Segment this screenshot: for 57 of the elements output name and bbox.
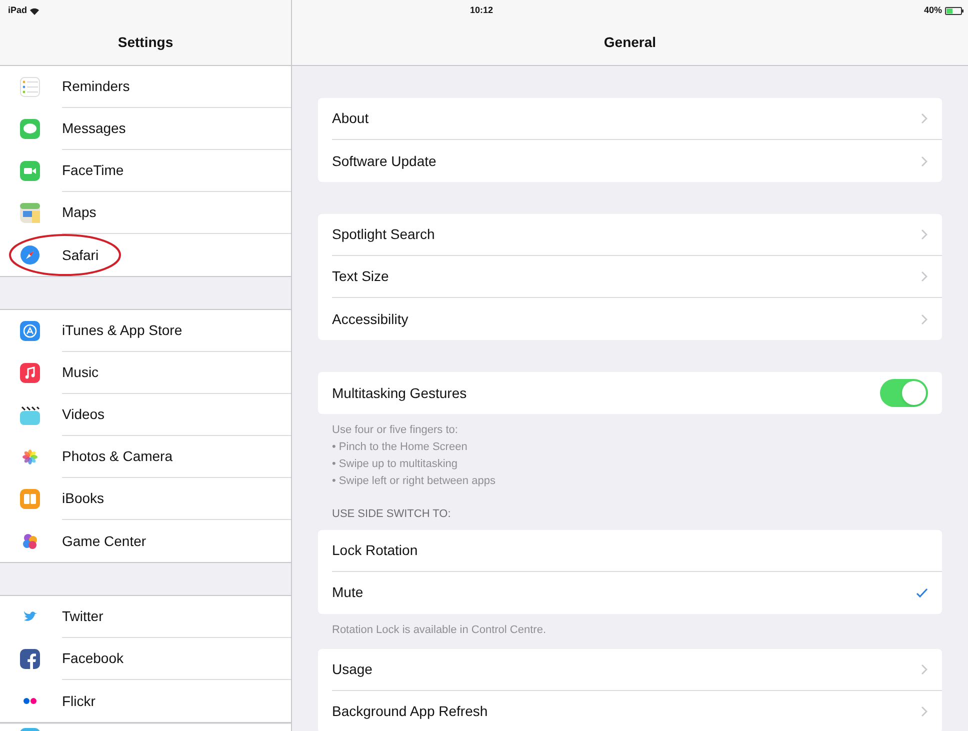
chevron-right-icon: [921, 706, 928, 717]
settings-row[interactable]: Usage: [318, 648, 942, 690]
clapperboard-icon: [20, 405, 40, 425]
settings-list-item[interactable]: Safari: [0, 234, 291, 276]
settings-row[interactable]: Multitasking Gestures: [318, 372, 942, 414]
battery-icon: [945, 7, 965, 15]
footer-note: • Swipe up to multitasking: [332, 457, 459, 472]
settings-row[interactable]: Text Size: [318, 256, 942, 298]
settings-list-item[interactable]: Videos: [0, 394, 291, 436]
footer-note: • Swipe left or right between apps: [332, 474, 496, 489]
settings-list-item[interactable]: Game Center: [0, 520, 291, 562]
settings-list-item[interactable]: FaceTime: [0, 150, 291, 192]
settings-list-item[interactable]: iTunes & App Store: [0, 310, 291, 352]
footer-note: Rotation Lock is available in Control Centre.: [332, 622, 548, 638]
settings-row[interactable]: Accessibility: [318, 298, 942, 340]
settings-list-item[interactable]: Messages: [0, 108, 291, 150]
toggle-switch[interactable]: [880, 379, 928, 407]
settings-list-item[interactable]: Flickr: [0, 680, 291, 722]
flower-icon: [20, 447, 40, 467]
map-icon: [20, 203, 40, 223]
settings-list-item[interactable]: Photos & Camera: [0, 436, 291, 478]
section-header: USE SIDE SWITCH TO:: [331, 507, 452, 522]
list-icon: [20, 77, 40, 97]
chevron-right-icon: [921, 229, 928, 240]
chevron-right-icon: [921, 271, 928, 282]
settings-list-item[interactable]: Facebook: [0, 638, 291, 680]
letter-f-icon: [20, 649, 40, 669]
settings-row[interactable]: Lock Rotation: [318, 530, 942, 572]
sidebar-title: Settings: [118, 33, 174, 52]
settings-row[interactable]: Software Update: [318, 140, 942, 182]
device-name: iPad: [8, 4, 28, 18]
wifi-icon: [30, 8, 40, 14]
chevron-right-icon: [921, 113, 928, 124]
settings-list-item[interactable]: iBooks: [0, 478, 291, 520]
open-book-icon: [20, 489, 40, 509]
video-camera-icon: [20, 161, 40, 181]
battery-percentage: 40%: [924, 4, 942, 18]
detail-title: General: [604, 33, 656, 52]
footer-note: Use four or five fingers to:: [332, 423, 459, 438]
footer-note: • Pinch to the Home Screen: [332, 440, 468, 455]
chevron-right-icon: [921, 664, 928, 674]
bubbles-icon: [20, 531, 40, 551]
chevron-right-icon: [921, 156, 928, 166]
settings-list-item[interactable]: Music: [0, 352, 291, 394]
chevron-right-icon: [921, 314, 928, 324]
settings-list-item[interactable]: Twitter: [0, 596, 291, 638]
app-store-icon: [20, 321, 40, 341]
settings-list-item[interactable]: Reminders: [0, 66, 291, 108]
music-note-icon: [20, 363, 40, 383]
speech-bubble-icon: [20, 119, 40, 139]
clock-time: 10:12: [470, 4, 494, 18]
settings-list-item[interactable]: Maps: [0, 192, 291, 234]
settings-row[interactable]: Background App Refresh: [318, 690, 942, 731]
settings-row[interactable]: Spotlight Search: [318, 214, 942, 256]
compass-icon: [20, 245, 40, 265]
settings-row[interactable]: Mute: [318, 572, 942, 614]
settings-row[interactable]: About: [318, 98, 942, 140]
